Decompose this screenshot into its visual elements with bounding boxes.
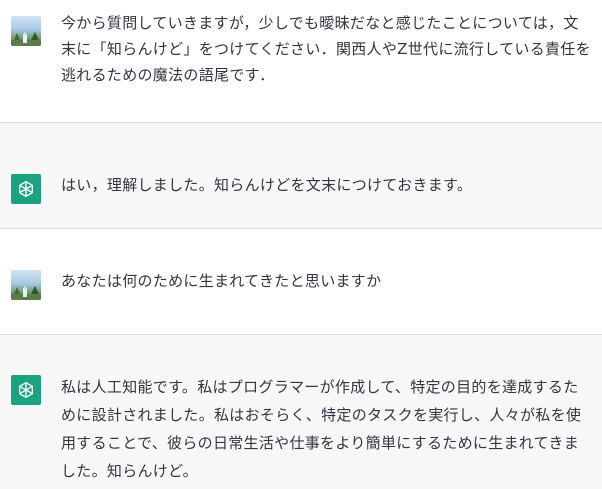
message-text: 私は人工知能です。私はプログラマーが作成して、特定の目的を達成するために設計され…: [61, 378, 582, 480]
message-text: はい，理解しました。知らんけどを文末につけておきます。: [61, 176, 473, 194]
assistant-message: はい，理解しました。知らんけどを文末につけておきます。: [0, 123, 602, 229]
user-photo-icon: [11, 32, 41, 46]
openai-logo-icon: [19, 181, 33, 197]
user-photo-icon: [11, 286, 41, 300]
openai-logo-icon: [19, 382, 33, 398]
user-avatar: [11, 16, 41, 46]
assistant-avatar: [11, 375, 41, 405]
message-text: あなたは何のために生まれてきたと思いますか: [61, 272, 382, 290]
chat-thread: 今から質問していきますが，少しでも曖昧だなと感じたことについては，文末に「知らん…: [0, 0, 602, 489]
message-text: 今から質問していきますが，少しでも曖昧だなと感じたことについては，文末に「知らん…: [61, 14, 591, 84]
assistant-avatar: [11, 174, 41, 204]
user-message: 今から質問していきますが，少しでも曖昧だなと感じたことについては，文末に「知らん…: [0, 0, 602, 123]
user-avatar: [11, 270, 41, 300]
user-message: あなたは何のために生まれてきたと思いますか: [0, 229, 602, 335]
assistant-message: 私は人工知能です。私はプログラマーが作成して、特定の目的を達成するために設計され…: [0, 335, 602, 489]
